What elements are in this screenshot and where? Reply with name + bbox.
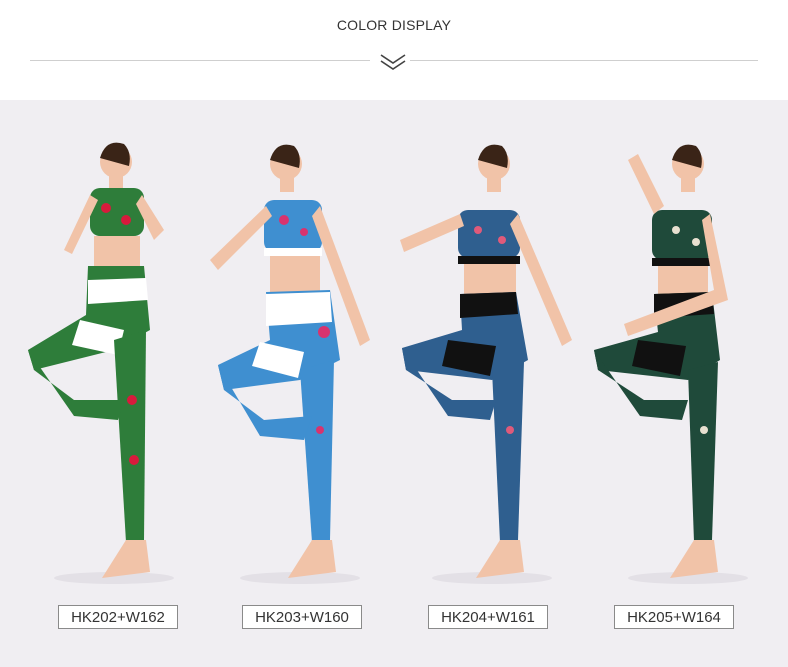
model-photo-4 bbox=[594, 144, 748, 584]
product-photo-area bbox=[0, 100, 788, 667]
section-header: COLOR DISPLAY bbox=[0, 0, 788, 100]
model-photo-3 bbox=[400, 144, 572, 584]
section-title: COLOR DISPLAY bbox=[336, 17, 452, 33]
model-photo-2 bbox=[210, 144, 370, 584]
double-chevron-down-icon bbox=[380, 54, 406, 70]
product-code-3: HK204+W161 bbox=[428, 605, 548, 629]
product-code-4: HK205+W164 bbox=[614, 605, 734, 629]
divider-right bbox=[410, 60, 758, 61]
divider-left bbox=[30, 60, 370, 61]
model-photo-1 bbox=[28, 142, 174, 584]
product-code-2: HK203+W160 bbox=[242, 605, 362, 629]
product-code-1: HK202+W162 bbox=[58, 605, 178, 629]
